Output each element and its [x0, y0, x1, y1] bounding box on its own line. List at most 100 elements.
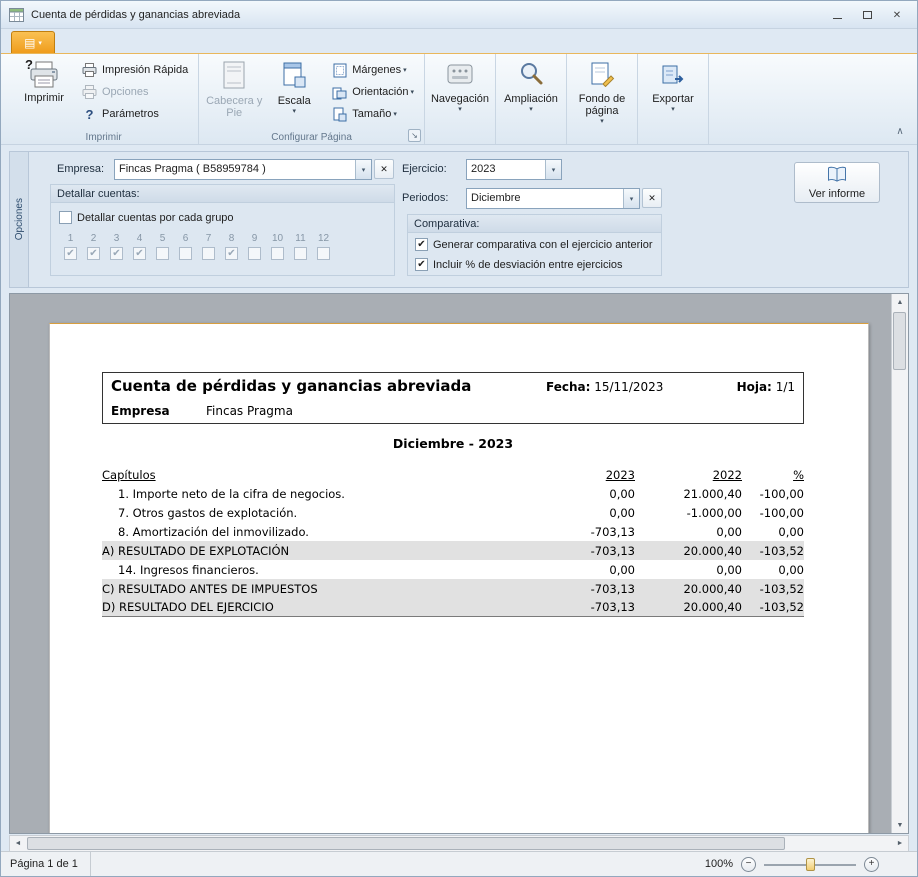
periodos-value: Diciembre	[467, 189, 623, 208]
navigation-label: Navegación	[431, 93, 489, 105]
month-checkbox[interactable]: ✔	[110, 247, 123, 260]
chevron-down-icon[interactable]: ▾	[623, 189, 639, 208]
detallar-cuentas-group: Detallar cuentas: Detallar cuentas por c…	[50, 184, 395, 276]
scale-label: Escala	[278, 95, 311, 107]
scroll-down-button[interactable]: ▼	[892, 817, 908, 833]
report-book-icon	[826, 166, 848, 186]
chevron-down-icon[interactable]: ▾	[355, 160, 371, 179]
comparativa-group-title: Comparativa:	[408, 215, 661, 233]
month-5[interactable]: 5	[155, 233, 170, 260]
month-11[interactable]: 11	[293, 233, 308, 260]
app-menu-button[interactable]: ▤ ▾	[11, 31, 55, 53]
report-window-icon	[9, 7, 25, 22]
scroll-right-button[interactable]: ►	[892, 836, 908, 851]
orientation-dropdown[interactable]: Orientación ▾	[326, 81, 419, 103]
checkbox-unchecked[interactable]	[59, 211, 72, 224]
ver-informe-button[interactable]: Ver informe	[794, 162, 880, 203]
chevron-down-icon[interactable]: ▾	[545, 160, 561, 179]
maximize-button[interactable]	[852, 5, 882, 25]
month-7[interactable]: 7	[201, 233, 216, 260]
close-button[interactable]: ✕	[882, 5, 912, 25]
month-checkbox[interactable]	[317, 247, 330, 260]
options-panel: Opciones Empresa: Fincas Pragma ( B58959…	[9, 151, 909, 288]
month-checkbox[interactable]: ✔	[64, 247, 77, 260]
report-company-value: Fincas Pragma	[206, 404, 293, 418]
horizontal-scrollbar[interactable]: ◄ ►	[9, 835, 909, 852]
print-preview-icon: ?	[29, 61, 59, 89]
print-button[interactable]: ? Imprimir	[14, 57, 74, 129]
month-12[interactable]: 12	[316, 233, 331, 260]
vertical-scrollbar[interactable]: ▲ ▼	[891, 294, 908, 833]
minimize-button[interactable]	[822, 5, 852, 25]
titlebar[interactable]: Cuenta de pérdidas y ganancias abreviada…	[1, 1, 917, 29]
zoom-slider[interactable]	[764, 857, 856, 872]
options-side-tab[interactable]: Opciones	[10, 152, 29, 287]
quick-print-button[interactable]: Impresión Rápida	[76, 59, 193, 81]
ribbon-collapse-button[interactable]: ∧	[892, 124, 908, 138]
periodos-combobox[interactable]: Diciembre ▾	[466, 188, 640, 209]
options-tab-label: Opciones	[14, 198, 25, 240]
size-dropdown[interactable]: Tamaño ▾	[326, 103, 419, 125]
dialog-launcher-button[interactable]: ↘	[408, 129, 421, 142]
empresa-clear-button[interactable]: ✕	[374, 159, 394, 179]
month-4[interactable]: 4✔	[132, 233, 147, 260]
navigation-dropdown[interactable]: Navegación ▾	[430, 57, 490, 129]
col-pct: %	[793, 468, 804, 482]
page-size-icon	[331, 106, 348, 122]
empresa-combobox[interactable]: Fincas Pragma ( B58959784 ) ▾	[114, 159, 372, 180]
scroll-left-button[interactable]: ◄	[10, 836, 26, 851]
month-3[interactable]: 3✔	[109, 233, 124, 260]
month-checkbox[interactable]: ✔	[225, 247, 238, 260]
export-icon	[660, 61, 686, 90]
window-controls: ✕	[822, 5, 912, 25]
window-title: Cuenta de pérdidas y ganancias abreviada	[31, 9, 240, 21]
month-checkbox[interactable]	[202, 247, 215, 260]
month-9[interactable]: 9	[247, 233, 262, 260]
periodos-clear-button[interactable]: ✕	[642, 188, 662, 208]
month-checkbox[interactable]: ✔	[87, 247, 100, 260]
group-label-configurar: Configurar Página	[199, 132, 424, 143]
zoom-slider-thumb[interactable]	[806, 858, 815, 871]
zoom-in-button[interactable]: +	[864, 857, 879, 872]
ribbon-group-navegacion: Navegación ▾	[425, 54, 496, 144]
month-checkbox[interactable]	[294, 247, 307, 260]
export-dropdown[interactable]: Exportar ▾	[643, 57, 703, 129]
vertical-scroll-thumb[interactable]	[893, 312, 906, 370]
zoom-out-button[interactable]: −	[741, 857, 756, 872]
comparativa-check2-label: Incluir % de desviación entre ejercicios	[433, 259, 623, 271]
month-checkbox[interactable]: ✔	[133, 247, 146, 260]
margins-dropdown[interactable]: Márgenes ▾	[326, 59, 419, 81]
chevron-down-icon: ▾	[38, 39, 42, 47]
table-summary-row: C) RESULTADO ANTES DE IMPUESTOS -703,13 …	[102, 579, 804, 598]
ejercicio-combobox[interactable]: 2023 ▾	[466, 159, 562, 180]
comparativa-check2-row[interactable]: ✔ Incluir % de desviación entre ejercici…	[415, 258, 623, 271]
scroll-up-button[interactable]: ▲	[892, 294, 908, 310]
horizontal-scroll-thumb[interactable]	[27, 837, 785, 850]
report-header-box: Cuenta de pérdidas y ganancias abreviada…	[102, 372, 804, 424]
detallar-checkbox-row[interactable]: Detallar cuentas por cada grupo	[59, 211, 234, 224]
zoom-dropdown[interactable]: Ampliación ▾	[501, 57, 561, 129]
checkbox-checked[interactable]: ✔	[415, 238, 428, 251]
month-checkbox[interactable]	[156, 247, 169, 260]
month-8[interactable]: 8✔	[224, 233, 239, 260]
chevron-down-icon: ▾	[600, 117, 604, 126]
month-checkbox[interactable]	[248, 247, 261, 260]
parameters-button[interactable]: ? Parámetros	[76, 103, 193, 125]
comparativa-check1-row[interactable]: ✔ Generar comparativa con el ejercicio a…	[415, 238, 653, 251]
checkbox-checked[interactable]: ✔	[415, 258, 428, 271]
month-1[interactable]: 1✔	[63, 233, 78, 260]
page-background-dropdown[interactable]: Fondo de página ▾	[572, 57, 632, 129]
scale-button[interactable]: Escala ▾	[264, 57, 324, 129]
header-footer-icon	[222, 61, 246, 92]
ribbon-group-ampliacion: Ampliación ▾	[496, 54, 567, 144]
ribbon: ? Imprimir Impresión Rápida	[1, 53, 917, 145]
month-checkbox[interactable]	[179, 247, 192, 260]
status-bar: Página 1 de 1 100% − +	[1, 851, 917, 876]
month-checkbox[interactable]	[271, 247, 284, 260]
month-6[interactable]: 6	[178, 233, 193, 260]
zoom-label: Ampliación	[504, 93, 558, 105]
table-summary-row: D) RESULTADO DEL EJERCICIO -703,13 20.00…	[102, 598, 804, 617]
month-2[interactable]: 2✔	[86, 233, 101, 260]
header-footer-label: Cabecera y Pie	[205, 95, 263, 119]
month-10[interactable]: 10	[270, 233, 285, 260]
